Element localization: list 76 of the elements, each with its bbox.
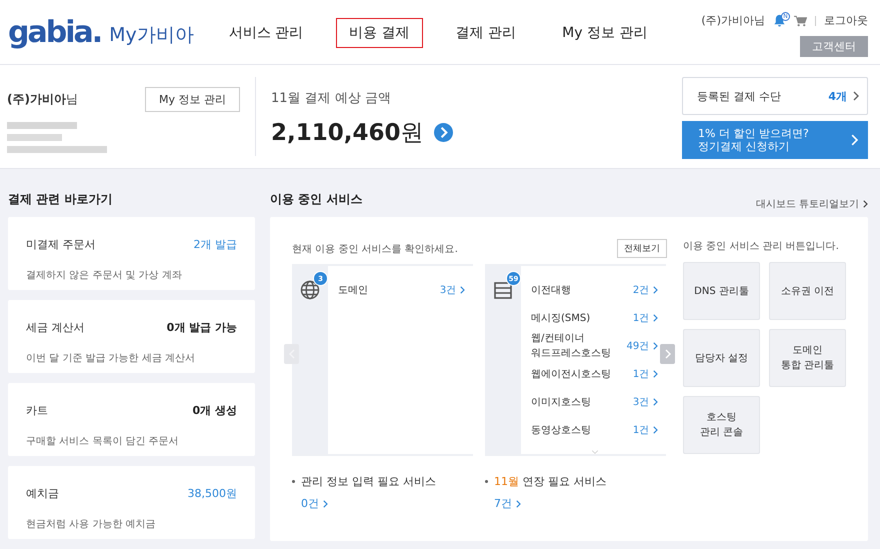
section-title: 이용 중인 서비스	[270, 191, 362, 208]
shortcut-value: 38,500원	[188, 486, 237, 502]
shortcut-description: 결제하지 않은 주문서 및 가상 계좌	[26, 269, 183, 283]
cart-icon[interactable]	[794, 14, 807, 26]
service-count-link[interactable]: 1건	[632, 423, 650, 437]
chevron-right-icon	[323, 500, 328, 508]
view-all-button[interactable]: 전체보기	[617, 239, 667, 258]
shortcut-description: 이번 달 기준 발급 가능한 세금 계산서	[26, 352, 196, 366]
service-count-link[interactable]: 2건	[632, 283, 650, 297]
chevron-right-icon	[653, 370, 658, 378]
service-name: 메시징(SMS)	[531, 312, 590, 326]
estimate-title: 11월 결제 예상 금액	[271, 90, 392, 108]
tool-button[interactable]: 담당자 설정	[683, 329, 760, 387]
bullet-icon	[485, 480, 488, 483]
notice-text: 11월 연장 필요 서비스	[494, 474, 606, 489]
service-name: 동영상호스팅	[531, 424, 591, 438]
bullet-icon	[292, 480, 295, 483]
shortcut-card[interactable]: 세금 계산서 0개 발급 가능 이번 달 기준 발급 가능한 세금 계산서	[8, 300, 255, 373]
promo-button[interactable]: 1% 더 할인 받으려면? 정기결제 신청하기	[682, 121, 868, 160]
notice-text: 관리 정보 입력 필요 서비스	[301, 474, 436, 489]
chevron-right-icon	[653, 426, 658, 434]
account-name: (주)가비아님	[7, 92, 78, 106]
shortcut-value: 2개 발급	[194, 237, 237, 253]
service-count-link[interactable]: 3건	[440, 283, 456, 297]
shortcut-card[interactable]: 미결제 주문서 2개 발급 결제하지 않은 주문서 및 가상 계좌	[8, 217, 255, 290]
service-count-link[interactable]: 49건	[626, 339, 650, 353]
shortcut-title: 예치금	[26, 486, 60, 502]
shortcut-description: 구매할 서비스 목록이 담긴 주문서	[26, 435, 180, 449]
shortcut-value: 0개 생성	[192, 403, 237, 419]
server-icon	[493, 280, 513, 300]
shortcut-title: 세금 계산서	[26, 320, 86, 336]
tool-button[interactable]: 호스팅 관리 콘솔	[683, 396, 760, 454]
product-name: My가비아	[109, 23, 194, 48]
nav-tab[interactable]: 서비스 관리	[216, 18, 316, 48]
shortcut-card[interactable]: 카트 0개 생성 구매할 서비스 목록이 담긴 주문서	[8, 383, 255, 456]
profile-button[interactable]: My 정보 관리	[145, 87, 240, 112]
service-name: 이미지호스팅	[531, 396, 591, 410]
shortcut-title: 미결제 주문서	[26, 237, 96, 253]
chevron-right-icon	[653, 314, 658, 322]
payment-methods-button[interactable]: 등록된 결제 수단 4개	[682, 77, 868, 116]
logout-link[interactable]: 로그아웃	[824, 13, 868, 28]
globe-icon	[300, 280, 320, 300]
nav-tab[interactable]: 결제 관리	[442, 18, 530, 48]
service-name: 도메인	[338, 284, 368, 298]
intro-text: 현재 이용 중인 서비스를 확인하세요.	[292, 242, 458, 256]
chevron-right-icon	[653, 398, 658, 406]
service-count-link[interactable]: 1건	[632, 311, 650, 325]
service-name: 웹/컨테이너 워드프레스호스팅	[531, 332, 611, 361]
chevron-right-icon	[516, 500, 521, 508]
tool-button[interactable]: 도메인 통합 관리툴	[769, 329, 846, 387]
section-title: 결제 관련 바로가기	[8, 191, 114, 208]
chevron-right-icon	[460, 286, 465, 294]
nav-tab[interactable]: My 정보 관리	[549, 18, 660, 48]
service-count-link[interactable]: 1건	[632, 367, 650, 381]
chevron-right-icon	[863, 200, 868, 208]
shortcut-value: 0개 발급 가능	[166, 320, 237, 336]
tools-intro: 이용 중인 서비스 관리 버튼입니다.	[683, 240, 840, 253]
tutorial-link[interactable]: 대시보드 튜토리얼보기	[756, 197, 860, 211]
shortcut-card[interactable]: 예치금 38,500원 현금처럼 사용 가능한 예치금	[8, 466, 255, 539]
nav-tab[interactable]: 비용 결제	[336, 18, 423, 48]
user-name: (주)가비아님	[701, 13, 765, 28]
shortcut-description: 현금처럼 사용 가능한 예치금	[26, 518, 157, 532]
chevron-right-icon	[653, 286, 658, 294]
logo[interactable]: gabia.	[8, 18, 102, 48]
service-name: 웹에이전시호스팅	[531, 368, 611, 382]
tool-button[interactable]: 소유권 이전	[769, 262, 846, 320]
arrow-circle-icon[interactable]	[434, 123, 452, 142]
notice-count-link[interactable]: 7건	[494, 496, 512, 511]
estimate-amount: 2,110,460원	[271, 119, 424, 148]
service-count-link[interactable]: 3건	[632, 395, 650, 409]
shortcut-title: 카트	[26, 403, 49, 419]
service-name: 이전대행	[531, 284, 571, 298]
tool-button[interactable]: DNS 관리툴	[683, 262, 760, 320]
chevron-right-icon	[853, 91, 859, 102]
chevron-right-icon	[850, 134, 858, 146]
notice-count-link[interactable]: 0건	[301, 496, 319, 511]
